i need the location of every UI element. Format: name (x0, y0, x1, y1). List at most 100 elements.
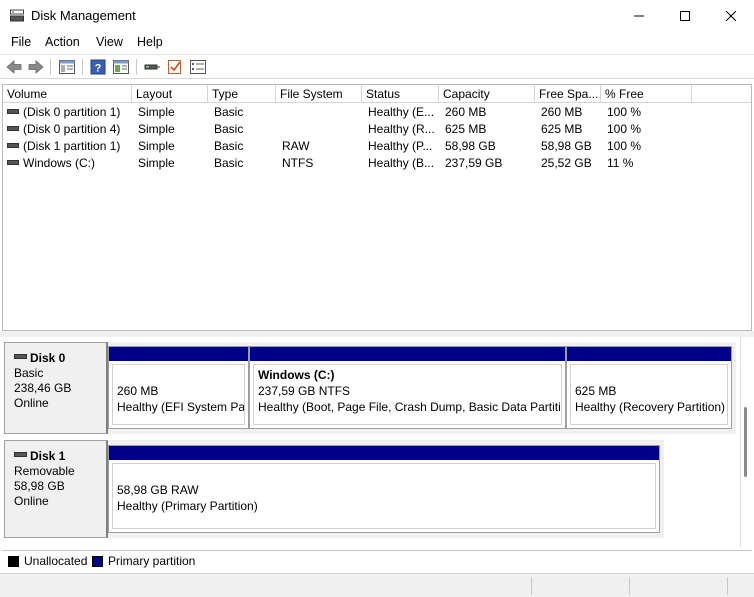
menu-action[interactable]: Action (45, 32, 80, 52)
connect-button[interactable] (143, 58, 161, 76)
properties-icon (113, 60, 129, 74)
cell-free-space: 25,52 GB (541, 156, 592, 170)
properties-button[interactable] (112, 58, 130, 76)
check-icon (168, 60, 181, 74)
list-view-button[interactable] (189, 58, 207, 76)
partition-status: Healthy (EFI System Partition) (117, 400, 245, 414)
column-header-capacity[interactable]: Capacity (439, 85, 535, 103)
column-header-type[interactable]: Type (208, 85, 276, 103)
table-row[interactable]: (Disk 0 partition 1) Simple Basic Health… (3, 104, 751, 121)
disk-1-partitions: 58,98 GB RAW Healthy (Primary Partition) (108, 440, 664, 538)
cell-file-system (278, 104, 362, 121)
disk-0-label[interactable]: Disk 0 Basic 238,46 GB Online (4, 342, 108, 434)
partition-status: Healthy (Primary Partition) (117, 499, 258, 513)
minimize-icon (634, 15, 644, 17)
menu-view[interactable]: View (96, 32, 123, 52)
volume-icon (7, 143, 19, 149)
cell-file-system: RAW (282, 139, 310, 153)
partition-title: Windows (C:) (258, 368, 335, 382)
svg-text:?: ? (95, 63, 102, 75)
close-icon (726, 11, 736, 21)
window-title: Disk Management (31, 8, 136, 23)
partition-size: 237,59 GB NTFS (258, 384, 351, 398)
table-row[interactable]: (Disk 1 partition 1) Simple Basic RAW He… (3, 138, 751, 155)
list-view-icon (190, 60, 206, 74)
disk-size: 58,98 GB (14, 479, 65, 493)
menu-help[interactable]: Help (137, 32, 163, 52)
partition-recovery[interactable]: 625 MB Healthy (Recovery Partition) (566, 346, 732, 429)
column-header-status[interactable]: Status (362, 85, 439, 103)
disk-type: Removable (14, 464, 75, 478)
forward-icon (28, 60, 44, 74)
legend: Unallocated Primary partition (2, 550, 752, 570)
disk-1-label[interactable]: Disk 1 Removable 58,98 GB Online (4, 440, 108, 538)
cell-volume: (Disk 0 partition 1) (23, 105, 121, 119)
check-button[interactable] (166, 58, 184, 76)
partition-size: 260 MB (117, 384, 159, 398)
cell-pct-free: 11 % (607, 156, 634, 170)
maximize-button[interactable] (662, 0, 708, 32)
column-header-volume[interactable]: Volume (3, 85, 132, 103)
partition-size: 625 MB (575, 384, 617, 398)
partition-raw[interactable]: 58,98 GB RAW Healthy (Primary Partition) (108, 445, 660, 533)
cell-volume: (Disk 0 partition 4) (23, 122, 121, 136)
cell-free-space: 625 MB (541, 122, 583, 136)
unallocated-swatch (8, 556, 19, 567)
column-header-free-space[interactable]: Free Spa... (535, 85, 601, 103)
disk-icon (14, 354, 27, 360)
console-tree-button[interactable] (58, 58, 76, 76)
back-icon (6, 60, 22, 74)
cell-capacity: 58,98 GB (445, 139, 496, 153)
cell-capacity: 260 MB (445, 105, 487, 119)
back-button[interactable] (5, 58, 23, 76)
title-bar: Disk Management (0, 0, 754, 32)
table-row[interactable]: (Disk 0 partition 4) Simple Basic Health… (3, 121, 751, 138)
cell-type: Basic (214, 122, 244, 136)
cell-type: Basic (214, 105, 244, 119)
menu-file[interactable]: File (11, 32, 31, 52)
partition-efi[interactable]: 260 MB Healthy (EFI System Partition) (108, 346, 249, 429)
scrollbar-thumb[interactable] (744, 407, 747, 477)
cell-capacity: 237,59 GB (445, 156, 503, 170)
disk-state: Online (14, 396, 49, 410)
help-button[interactable]: ? (89, 58, 107, 76)
volume-list[interactable]: Volume Layout Type File System Status Ca… (2, 84, 752, 331)
cell-volume: Windows (C:) (23, 156, 96, 170)
cell-layout: Simple (138, 122, 175, 136)
maximize-icon (680, 11, 690, 21)
disk-graphical-view: Disk 0 Basic 238,46 GB Online 260 MB Hea… (2, 337, 740, 547)
disk-name: Disk 0 (30, 351, 66, 365)
forward-button[interactable] (27, 58, 45, 76)
menu-bar: File Action View Help (0, 32, 754, 52)
disk-name: Disk 1 (30, 449, 66, 463)
primary-partition-bar (250, 347, 565, 361)
table-row[interactable]: Windows (C:) Simple Basic NTFS Healthy (… (3, 155, 751, 172)
minimize-button[interactable] (616, 0, 662, 32)
primary-partition-bar (109, 446, 659, 460)
partition-status: Healthy (Recovery Partition) (575, 400, 726, 414)
cell-status: Healthy (R... (368, 122, 435, 136)
column-header-pct-free[interactable]: % Free (601, 85, 692, 103)
disk-type: Basic (14, 366, 44, 380)
primary-partition-bar (567, 347, 731, 361)
connect-icon (144, 64, 160, 70)
volume-icon (7, 126, 19, 132)
graph-scrollbar[interactable] (740, 337, 752, 547)
cell-pct-free: 100 % (607, 139, 642, 153)
disk-size: 238,46 GB (14, 381, 72, 395)
partition-status: Healthy (Boot, Page File, Crash Dump, Ba… (258, 400, 562, 414)
partition-windows-c[interactable]: Windows (C:) 237,59 GB NTFS Healthy (Boo… (249, 346, 566, 429)
status-bar (0, 573, 754, 597)
column-header-layout[interactable]: Layout (132, 85, 208, 103)
partition-title (117, 466, 655, 482)
partition-size: 58,98 GB RAW (117, 483, 199, 497)
cell-volume: (Disk 1 partition 1) (23, 139, 121, 153)
console-tree-icon (59, 60, 75, 74)
cell-type: Basic (214, 139, 244, 153)
cell-status: Healthy (P... (368, 139, 433, 153)
cell-file-system (278, 121, 362, 138)
cell-layout: Simple (138, 139, 175, 153)
close-button[interactable] (708, 0, 754, 32)
cell-pct-free: 100 % (607, 122, 642, 136)
column-header-file-system[interactable]: File System (276, 85, 362, 103)
